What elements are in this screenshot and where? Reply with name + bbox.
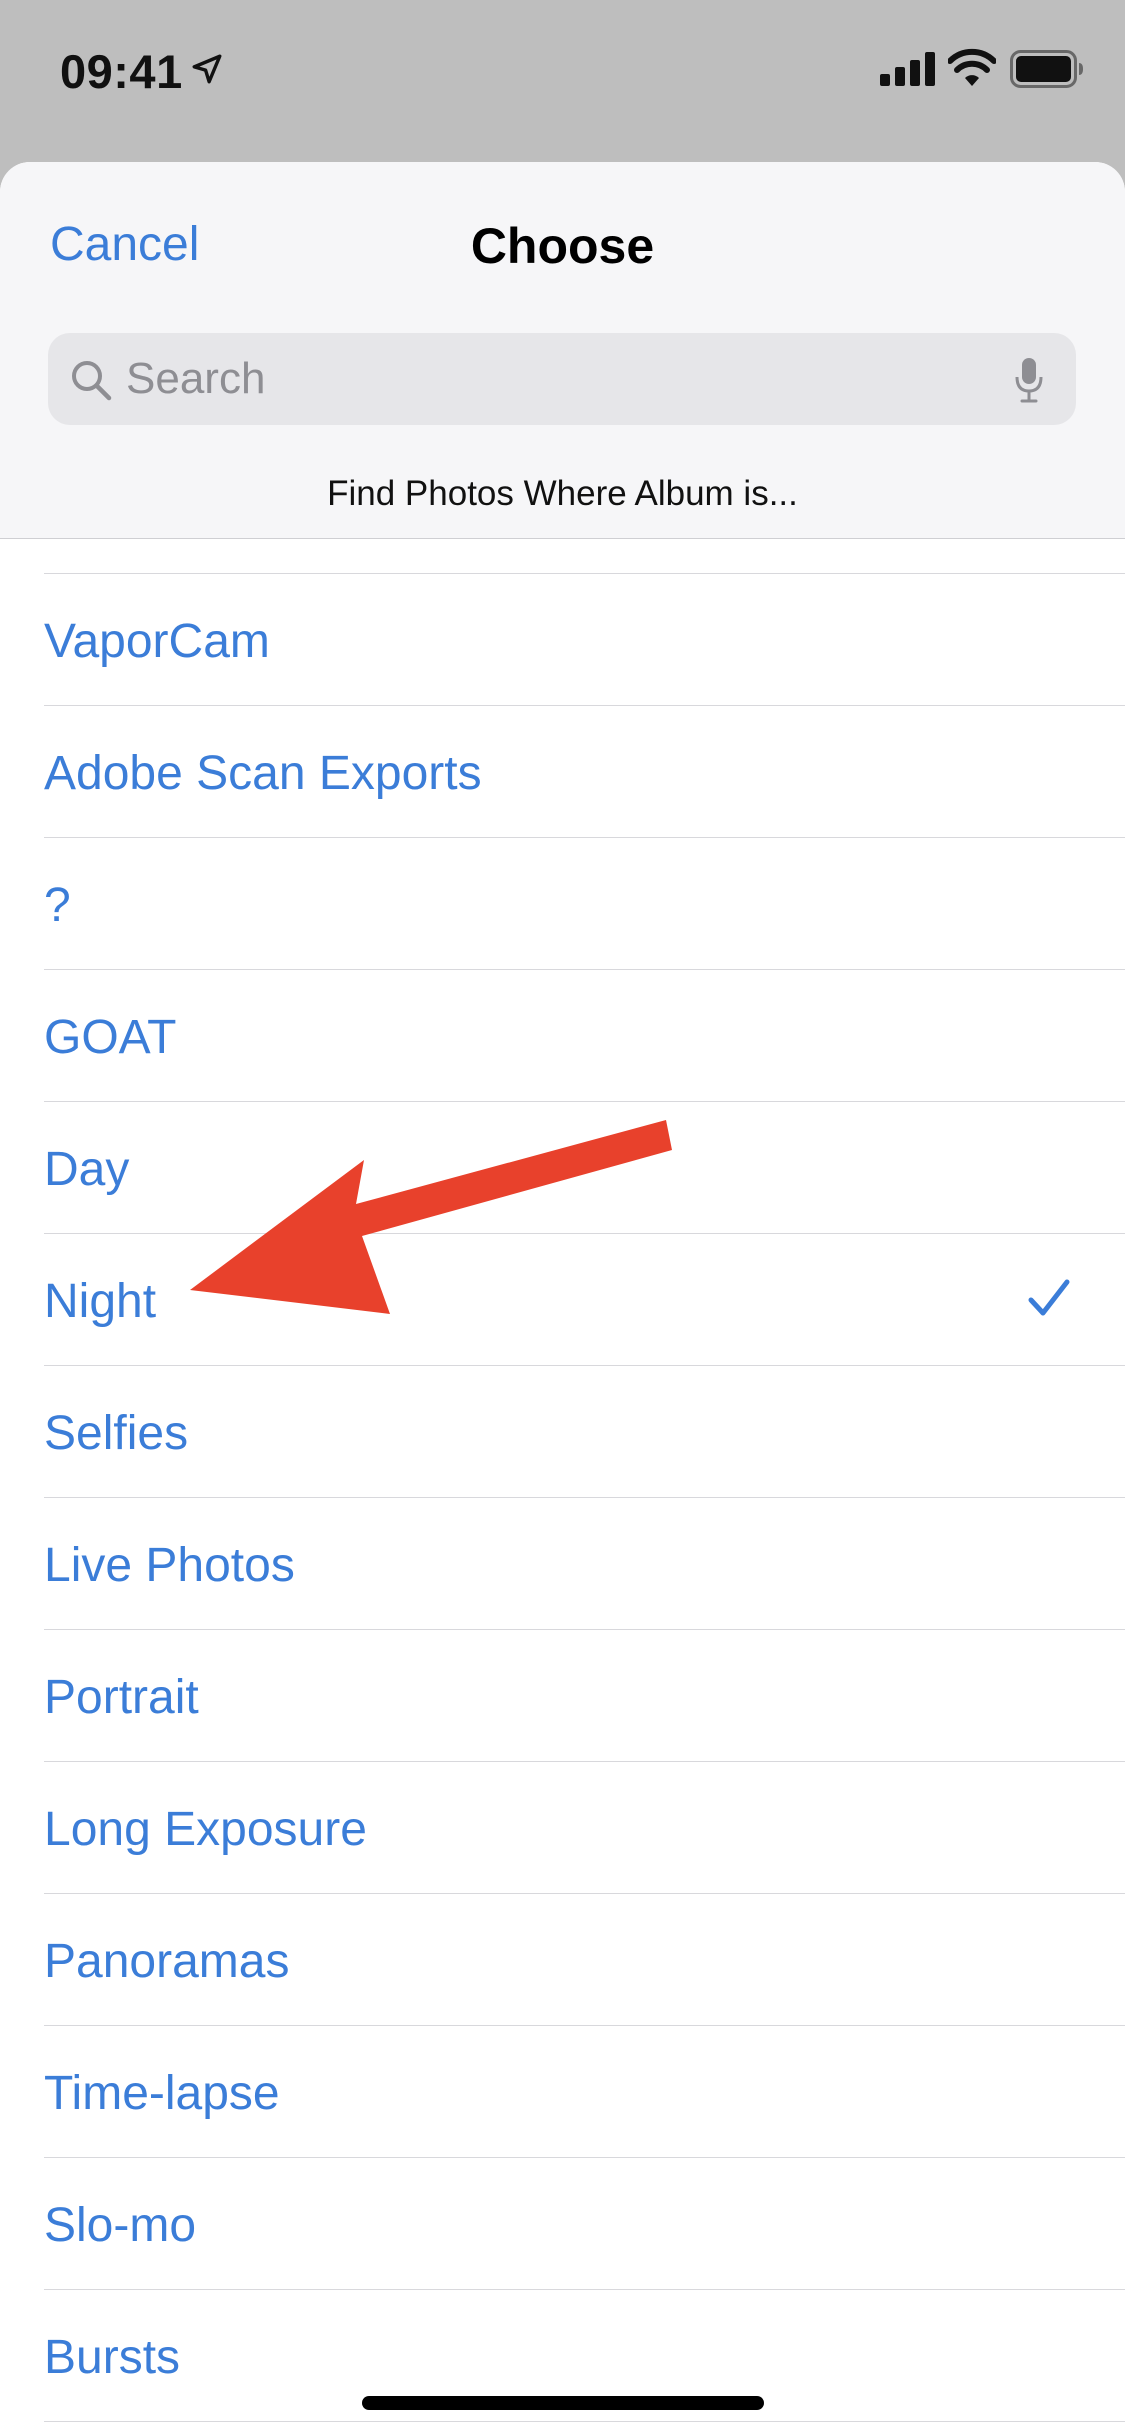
battery-icon <box>1010 50 1083 88</box>
album-item-label: Selfies <box>44 1407 189 1460</box>
album-list: VaporCam Adobe Scan Exports? GOAT Day Night S… <box>0 540 1125 2422</box>
home-indicator[interactable] <box>362 2396 764 2410</box>
search-icon <box>72 361 112 401</box>
album-item-label: Live Photos <box>44 1539 295 1592</box>
search-input[interactable] <box>126 333 1006 425</box>
album-item-label: Bursts <box>44 2331 181 2384</box>
cellular-signal-icon <box>880 52 935 86</box>
checkmark-icon <box>1028 1279 1070 1316</box>
status-bar: 09:41 <box>0 0 1125 140</box>
album-item[interactable]: Adobe Scan Exports <box>44 706 1125 838</box>
album-item-label: Day <box>44 1143 130 1196</box>
album-item-label: Night <box>44 1275 157 1328</box>
album-item[interactable]: ? <box>44 838 1125 970</box>
microphone-icon[interactable] <box>1014 357 1044 403</box>
status-time: 09:41 <box>60 45 183 98</box>
album-item[interactable]: Day <box>44 1102 1125 1234</box>
album-item-label: VaporCam <box>44 615 270 668</box>
choose-sheet: Cancel Choose Find Photos Where Album is… <box>0 162 1125 2436</box>
location-arrow-icon <box>192 54 222 84</box>
sheet-header: Cancel Choose Find Photos Where Album is… <box>0 162 1125 539</box>
album-item[interactable]: Night <box>44 1234 1125 1366</box>
header-subtitle: Find Photos Where Album is... <box>327 474 798 513</box>
list-top-separator <box>44 540 1125 574</box>
album-item[interactable]: Portrait <box>44 1630 1125 1762</box>
album-item-label: Time-lapse <box>44 2067 280 2120</box>
album-item[interactable]: GOAT <box>44 970 1125 1102</box>
search-bar[interactable] <box>48 333 1076 425</box>
album-item[interactable]: Time-lapse <box>44 2026 1125 2158</box>
screen: 09:41 Cancel Choose Search Find Photos W… <box>0 0 1125 2436</box>
album-item-label: Slo-mo <box>44 2199 197 2252</box>
album-item-label: Portrait <box>44 1671 199 1724</box>
album-item-label: Long Exposure <box>44 1803 367 1856</box>
album-item-label: ? <box>44 879 71 932</box>
album-item-label: GOAT <box>44 1011 177 1064</box>
album-item-label: Adobe Scan Exports <box>44 747 482 800</box>
album-item[interactable]: VaporCam <box>44 574 1125 706</box>
album-item[interactable]: Selfies <box>44 1366 1125 1498</box>
wifi-icon <box>948 48 996 86</box>
album-item-label: Panoramas <box>44 1935 290 1988</box>
album-item[interactable]: Long Exposure <box>44 1762 1125 1894</box>
album-item[interactable]: Live Photos <box>44 1498 1125 1630</box>
album-item[interactable]: Panoramas <box>44 1894 1125 2026</box>
album-item[interactable]: Slo-mo <box>44 2158 1125 2290</box>
sheet-title: Choose <box>470 218 655 274</box>
